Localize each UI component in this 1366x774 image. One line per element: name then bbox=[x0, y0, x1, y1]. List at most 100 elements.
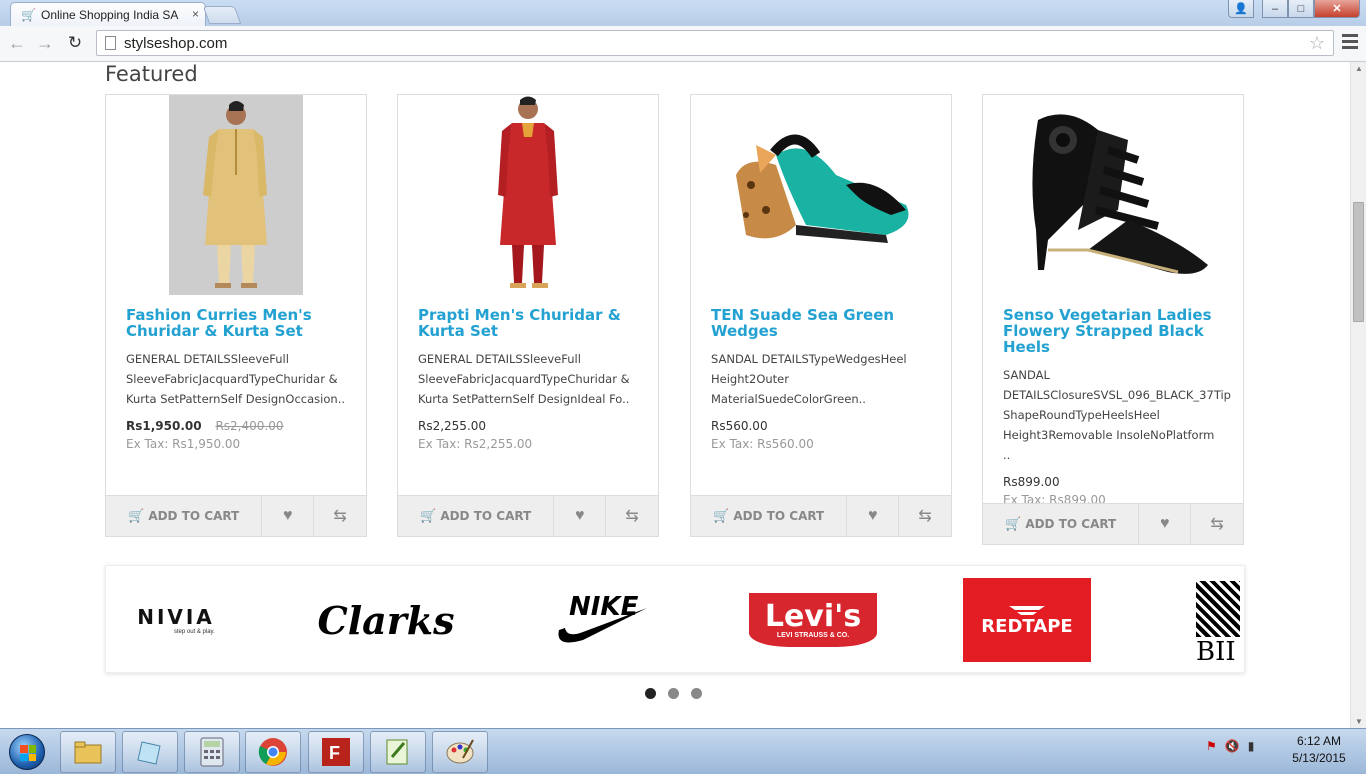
product-actions: 🛒 ADD TO CART ♥ ⇆ bbox=[983, 503, 1243, 544]
brand-biba-logo[interactable]: BII bbox=[1196, 566, 1244, 672]
product-description: GENERAL DETAILSSleeveFull SleeveFabricJa… bbox=[126, 352, 345, 406]
add-to-cart-button[interactable]: 🛒 ADD TO CART bbox=[691, 496, 848, 536]
cart-favicon-icon: 🛒 bbox=[21, 7, 36, 22]
browser-tab[interactable]: 🛒 Online Shopping India SA × bbox=[10, 2, 206, 26]
price-ex-tax: Ex Tax: Rs1,950.00 bbox=[126, 437, 241, 451]
brand-redtape-logo[interactable]: REDTAPE bbox=[962, 566, 1092, 672]
nivia-wordmark: NIVIA bbox=[137, 605, 215, 629]
scroll-up-arrow-icon[interactable]: ▲ bbox=[1355, 64, 1363, 73]
brand-carousel: NIVIA step out & play. Clarks NIKE Levi'… bbox=[105, 565, 1245, 673]
price-new: Rs899.00 bbox=[1003, 475, 1060, 489]
close-window-button[interactable]: ✕ bbox=[1314, 0, 1360, 18]
chrome-taskbar-icon[interactable] bbox=[245, 731, 301, 773]
chrome-icon bbox=[258, 738, 287, 766]
filezilla-taskbar-icon[interactable]: F bbox=[308, 731, 364, 773]
tab-title: Online Shopping India SA bbox=[41, 7, 179, 22]
network-signal-icon[interactable]: ▮ bbox=[1248, 739, 1255, 753]
page-icon bbox=[105, 36, 116, 50]
product-name-link[interactable]: Prapti Men's Churidar & Kurta Set bbox=[398, 295, 658, 339]
brand-clarks-logo[interactable]: Clarks bbox=[316, 566, 456, 672]
calculator-icon bbox=[200, 737, 224, 767]
compare-arrows-icon[interactable]: ⇆ bbox=[314, 496, 366, 536]
carousel-dot[interactable] bbox=[645, 688, 656, 699]
add-to-cart-button[interactable]: 🛒 ADD TO CART bbox=[983, 504, 1140, 544]
carousel-dot[interactable] bbox=[691, 688, 702, 699]
product-description: SANDAL DETAILSTypeWedgesHeel Height2Oute… bbox=[711, 352, 907, 406]
wishlist-heart-icon[interactable]: ♥ bbox=[262, 496, 315, 536]
reload-icon[interactable]: ↻ bbox=[64, 32, 86, 54]
product-card: TEN Suade Sea Green Wedges SANDAL DETAIL… bbox=[690, 94, 952, 537]
product-price: Rs899.00 bbox=[983, 465, 1243, 489]
carousel-pagination bbox=[645, 688, 714, 699]
paint-taskbar-icon[interactable] bbox=[432, 731, 488, 773]
product-price: Rs560.00 bbox=[691, 409, 951, 433]
cart-icon: 🛒 bbox=[713, 508, 730, 524]
explorer-taskbar-icon[interactable] bbox=[60, 731, 116, 773]
forward-arrow-icon[interactable]: → bbox=[34, 32, 56, 54]
add-to-cart-label: ADD TO CART bbox=[148, 509, 240, 523]
levis-subline: LEVI STRAUSS & CO. bbox=[776, 631, 850, 639]
compare-arrows-icon[interactable]: ⇆ bbox=[899, 496, 951, 536]
url-text[interactable]: stylseshop.com bbox=[124, 35, 227, 52]
profile-icon[interactable]: 👤 bbox=[1228, 0, 1254, 18]
notepad-taskbar-icon[interactable] bbox=[122, 731, 178, 773]
windows-taskbar: F ⚑ 🔇 ▮ 6:12 AM 5/13/2015 bbox=[0, 728, 1366, 774]
clock-time: 6:12 AM bbox=[1296, 734, 1342, 748]
beige-kurta-photo bbox=[169, 95, 303, 295]
windows-logo-icon bbox=[9, 734, 45, 770]
levis-wordmark: Levi's bbox=[764, 598, 862, 634]
add-to-cart-button[interactable]: 🛒 ADD TO CART bbox=[106, 496, 263, 536]
cart-icon: 🛒 bbox=[420, 508, 437, 524]
calculator-taskbar-icon[interactable] bbox=[184, 731, 240, 773]
product-image[interactable] bbox=[983, 95, 1243, 295]
price-new: Rs560.00 bbox=[711, 419, 768, 433]
compare-arrows-icon[interactable]: ⇆ bbox=[1191, 504, 1243, 544]
product-name-link[interactable]: Fashion Curries Men's Churidar & Kurta S… bbox=[106, 295, 366, 339]
clock-date: 5/13/2015 bbox=[1292, 751, 1346, 765]
new-tab-button[interactable] bbox=[202, 6, 242, 24]
product-card: Fashion Curries Men's Churidar & Kurta S… bbox=[105, 94, 367, 537]
product-name-link[interactable]: Senso Vegetarian Ladies Flowery Strapped… bbox=[983, 295, 1243, 355]
biba-wordmark: BII bbox=[1196, 637, 1236, 667]
back-arrow-icon[interactable]: ← bbox=[6, 32, 28, 54]
minimize-button[interactable]: – bbox=[1262, 0, 1288, 18]
filezilla-icon: F bbox=[322, 738, 350, 766]
green-wedge-photo bbox=[736, 134, 909, 243]
clarks-wordmark: Clarks bbox=[317, 597, 455, 643]
compare-arrows-icon[interactable]: ⇆ bbox=[606, 496, 658, 536]
product-actions: 🛒 ADD TO CART ♥ ⇆ bbox=[691, 495, 951, 536]
volume-muted-icon[interactable]: 🔇 bbox=[1225, 739, 1240, 753]
price-new: Rs2,255.00 bbox=[418, 419, 487, 433]
scrollbar-thumb[interactable] bbox=[1353, 202, 1364, 322]
editor-taskbar-icon[interactable] bbox=[370, 731, 426, 773]
scroll-down-arrow-icon[interactable]: ▼ bbox=[1355, 717, 1363, 726]
carousel-dot[interactable] bbox=[668, 688, 679, 699]
product-image[interactable] bbox=[106, 95, 366, 295]
browser-toolbar: ← → ↻ stylseshop.com ☆ bbox=[0, 26, 1366, 62]
black-heels-photo bbox=[1032, 114, 1208, 274]
palette-icon bbox=[446, 739, 474, 764]
tab-close-icon[interactable]: × bbox=[192, 7, 199, 21]
brand-nivia-logo[interactable]: NIVIA step out & play. bbox=[106, 566, 246, 672]
wishlist-heart-icon[interactable]: ♥ bbox=[554, 496, 607, 536]
taskbar-clock[interactable]: 6:12 AM 5/13/2015 bbox=[1284, 733, 1354, 767]
maximize-button[interactable]: □ bbox=[1288, 0, 1314, 18]
brand-nike-logo[interactable]: NIKE bbox=[546, 566, 656, 672]
action-center-icon[interactable]: ⚑ bbox=[1206, 739, 1217, 753]
address-bar[interactable]: stylseshop.com ☆ bbox=[96, 30, 1334, 56]
section-title: Featured bbox=[105, 62, 198, 86]
wishlist-heart-icon[interactable]: ♥ bbox=[847, 496, 900, 536]
add-to-cart-button[interactable]: 🛒 ADD TO CART bbox=[398, 496, 555, 536]
wishlist-heart-icon[interactable]: ♥ bbox=[1139, 504, 1192, 544]
chrome-menu-icon[interactable] bbox=[1342, 34, 1358, 52]
biba-pattern bbox=[1196, 581, 1240, 637]
product-name-link[interactable]: TEN Suade Sea Green Wedges bbox=[691, 295, 951, 339]
product-image[interactable] bbox=[691, 95, 951, 295]
page-scrollbar[interactable]: ▲ ▼ bbox=[1350, 62, 1366, 728]
product-image[interactable] bbox=[398, 95, 658, 295]
product-price: Rs1,950.00 Rs2,400.00 bbox=[106, 409, 366, 433]
start-button[interactable] bbox=[2, 731, 52, 773]
product-description: GENERAL DETAILSSleeveFull SleeveFabricJa… bbox=[418, 352, 630, 406]
brand-levis-logo[interactable]: Levi's LEVI STRAUSS & CO. bbox=[746, 566, 880, 672]
bookmark-star-icon[interactable]: ☆ bbox=[1309, 33, 1325, 54]
